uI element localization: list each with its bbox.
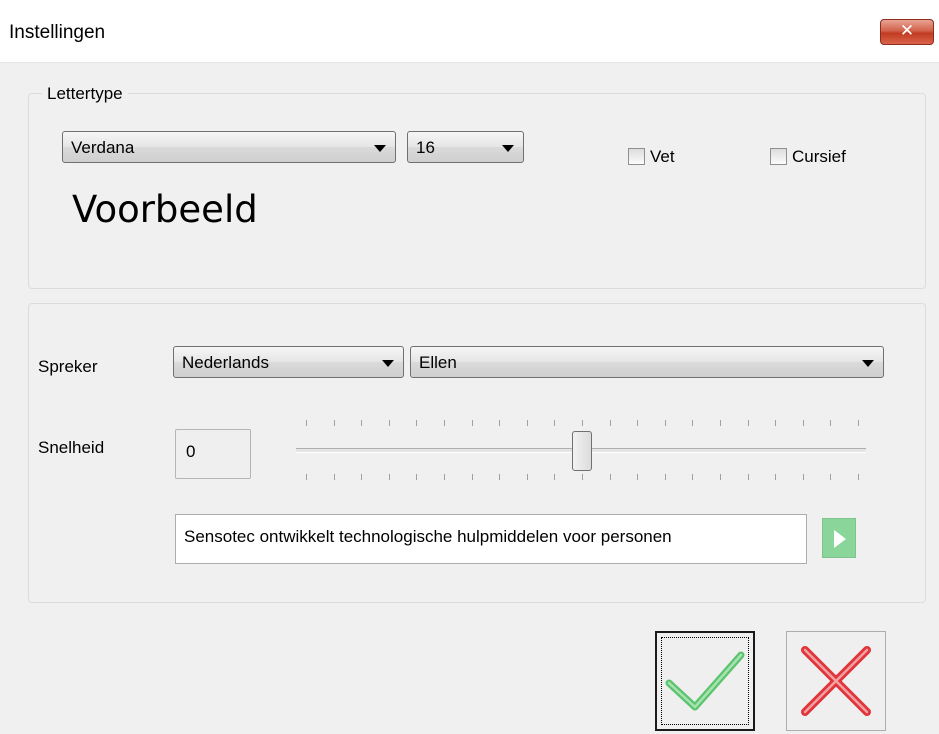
slider-tick [306,474,307,480]
slider-tick [582,420,583,426]
slider-tick [444,474,445,480]
slider-tick [664,474,666,480]
slider-tick [858,420,859,426]
slider-tick [554,420,556,426]
speed-value: 0 [186,442,196,461]
font-family-select[interactable]: Verdana [62,131,396,163]
slider-tick [416,474,418,480]
slider-tick [554,474,556,480]
close-icon: ✕ [899,21,915,41]
slider-tick [333,474,335,480]
chevron-down-icon [382,360,394,367]
slider-tick [637,474,639,480]
slider-tick [471,420,473,426]
italic-label[interactable]: Cursief [792,147,846,167]
italic-checkbox[interactable] [770,148,787,165]
play-button[interactable] [822,518,856,558]
sample-text-input[interactable] [184,527,804,547]
slider-tick [830,420,832,426]
language-value: Nederlands [182,353,269,372]
slider-tick [333,420,335,426]
chevron-down-icon [502,145,514,152]
slider-tick [637,420,639,426]
slider-tick [416,420,418,426]
slider-tick [692,474,694,480]
slider-tick [720,420,721,426]
checkmark-icon [665,651,745,711]
speed-slider-thumb[interactable] [572,431,592,471]
slider-tick [499,474,501,480]
slider-tick [388,474,390,480]
chevron-down-icon [374,145,386,152]
speed-value-field: 0 [175,429,251,479]
close-button[interactable]: ✕ [880,19,934,45]
font-size-value: 16 [416,138,435,157]
slider-tick [802,474,804,480]
slider-tick [775,420,777,426]
language-select[interactable]: Nederlands [173,346,404,378]
slider-tick [526,420,528,426]
title-bar: Instellingen ✕ [0,0,939,63]
font-preview: Voorbeeld [72,188,258,231]
play-icon [834,530,846,548]
font-group-legend: Lettertype [42,84,128,104]
speed-label: Snelheid [38,438,105,457]
slider-tick [388,420,390,426]
slider-tick [802,420,804,426]
slider-tick [858,474,859,480]
slider-tick [361,420,363,426]
slider-tick [664,420,666,426]
slider-tick [747,420,749,426]
slider-tick [609,474,611,480]
voice-value: Ellen [419,353,457,372]
cross-icon [801,646,871,716]
slider-tick [526,474,528,480]
settings-window: Instellingen ✕ Lettertype Verdana 16 Vet… [0,0,939,734]
slider-tick [692,420,694,426]
slider-tick [499,420,501,426]
cancel-button[interactable] [786,631,886,731]
slider-tick [747,474,749,480]
speaker-label: Spreker [38,357,98,376]
voice-select[interactable]: Ellen [410,346,884,378]
bold-checkbox[interactable] [628,148,645,165]
ok-button[interactable] [655,631,755,731]
slider-tick [582,474,583,480]
sample-text-field[interactable] [175,514,807,564]
chevron-down-icon [862,360,874,367]
window-title: Instellingen [9,22,106,43]
font-size-select[interactable]: 16 [407,131,524,163]
slider-tick [775,474,777,480]
bold-label[interactable]: Vet [650,147,675,167]
slider-tick [361,474,363,480]
slider-tick [471,474,473,480]
font-family-value: Verdana [71,138,135,157]
slider-ticks-bottom [0,474,939,482]
slider-tick [444,420,445,426]
slider-tick [609,420,611,426]
slider-ticks-top [0,420,939,428]
slider-tick [306,420,307,426]
slider-tick [720,474,721,480]
slider-tick [830,474,832,480]
